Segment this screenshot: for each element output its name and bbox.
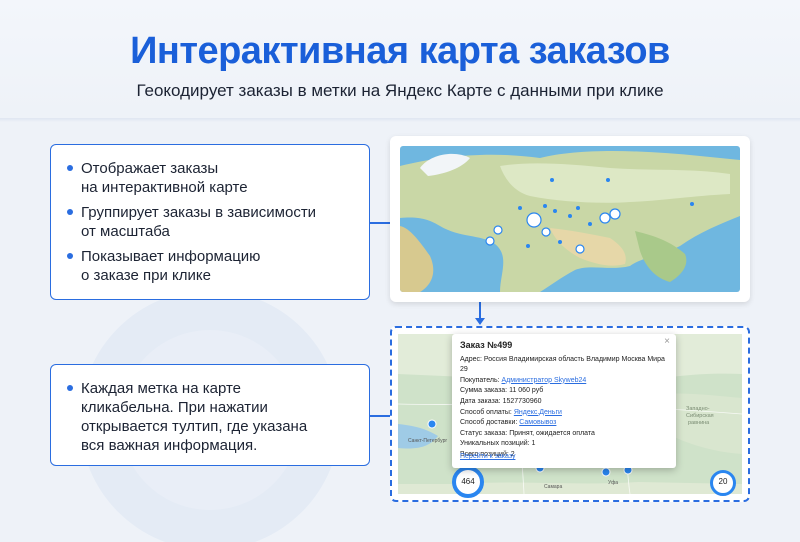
feature-item: Отображает заказы на интерактивной карте [65,159,355,197]
world-map[interactable] [400,146,740,292]
feature-item: Показывает информацию о заказе при клике [65,247,355,285]
cluster-marker[interactable]: 20 [710,470,736,496]
tooltip-delivery-label: Способ доставки: [460,419,520,427]
note-card: Каждая метка на карте кликабельна. При н… [50,364,370,466]
tooltip-payment-label: Способ оплаты: [460,408,514,416]
note-line: кликабельна. При нажатии [81,399,268,416]
connector-arrow-icon [475,318,485,325]
map-label-plain: равнина [688,420,710,426]
feature-line: Отображает заказы [81,160,219,177]
cluster-marker[interactable]: 464 [452,466,484,498]
hero-header: Интерактивная карта заказов Геокодирует … [0,0,800,118]
tooltip-payment: Способ оплаты: Яндекс.Деньги [460,408,668,419]
connector-line [370,415,392,417]
header-divider [0,118,800,122]
map-label-ufa: Уфа [608,480,618,486]
tooltip-buyer: Покупатель: Администратор Skyweb24 [460,376,668,387]
page-title: Интерактивная карта заказов [130,30,670,72]
page-subtitle: Геокодирует заказы в метки на Яндекс Кар… [136,81,664,100]
go-to-order-link[interactable]: Перейти к заказу [460,452,515,463]
close-icon[interactable]: × [664,336,670,348]
feature-line: Группирует заказы в зависимости [81,204,317,221]
map-label-spb: Санкт-Петербург [408,438,447,444]
feature-line: от масштаба [81,223,170,240]
map-label-plain: Сибирская [686,413,714,419]
features-card: Отображает заказы на интерактивной карте… [50,144,370,300]
tooltip-address: Адрес: Россия Владимирская область Влади… [460,355,665,374]
feature-line: на интерактивной карте [81,179,248,196]
note-line: Каждая метка на карте [81,380,242,397]
buyer-link[interactable]: Администратор Skyweb24 [502,377,587,384]
map-label-samara: Самара [544,484,562,490]
note-item: Каждая метка на карте кликабельна. При н… [65,379,355,455]
order-tooltip: × Заказ №499 Адрес: Россия Владимирская … [452,334,676,468]
delivery-link[interactable]: Самовывоз [519,419,556,426]
note-line: открывается тултип, где указана [81,418,308,435]
world-map-panel[interactable] [390,136,750,302]
tooltip-status: Статус заказа: Принят, ожидается оплата [460,429,595,437]
tooltip-date: Дата заказа: 1527730960 [460,397,542,405]
payment-link[interactable]: Яндекс.Деньги [514,409,562,416]
feature-item: Группирует заказы в зависимости от масшт… [65,203,355,241]
tooltip-title: Заказ №499 [460,340,513,350]
note-line: вся важная информация. [81,437,258,454]
tooltip-unique: Уникальных позиций: 1 [460,440,536,448]
tooltip-delivery: Способ доставки: Самовывоз [460,418,668,429]
tooltip-buyer-label: Покупатель: [460,376,502,384]
feature-line: о заказе при клике [81,267,211,284]
map-label-plain: Западно- [686,406,710,412]
tooltip-sum: Сумма заказа: 11 060 руб [460,387,544,395]
feature-line: Показывает информацию [81,248,261,265]
